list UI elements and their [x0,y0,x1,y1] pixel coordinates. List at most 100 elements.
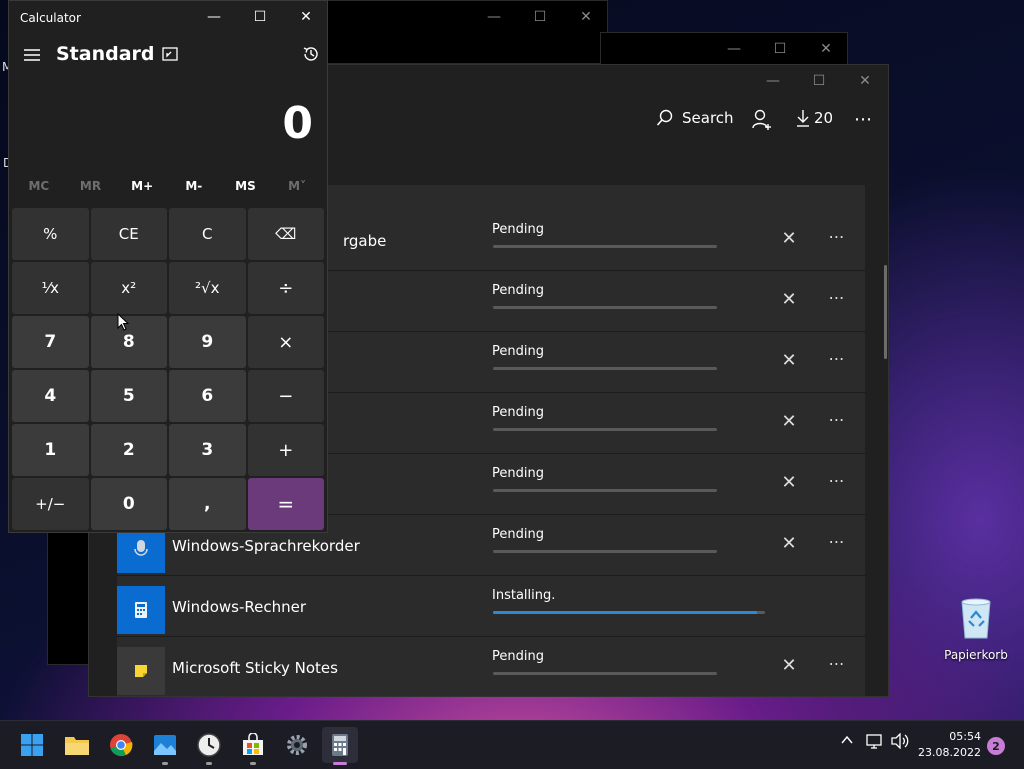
calc-key[interactable]: ¹⁄x [12,262,89,314]
calc-key[interactable]: x² [90,262,167,314]
notification-badge[interactable]: 2 [987,737,1005,755]
running-indicator [206,762,212,765]
calc-key[interactable]: +/− [12,478,89,530]
volume-icon [891,732,909,750]
calc-key[interactable]: = [247,478,324,530]
calc-key[interactable]: 0 [90,478,167,530]
app-name: Microsoft Sticky Notes [172,659,338,677]
calc-key[interactable]: − [247,370,324,422]
row-more-button[interactable]: ⋯ [825,346,849,370]
start-button[interactable] [14,727,50,763]
row-more-button[interactable]: ⋯ [825,468,849,492]
taskbar-chrome[interactable] [103,727,139,763]
memory-button[interactable]: M+ [118,179,166,193]
keep-on-top-button[interactable] [159,43,181,65]
calc-key[interactable]: ²√x [169,262,246,314]
row-more-button[interactable]: ⋯ [825,407,849,431]
history-icon [303,47,318,61]
calc-key[interactable]: 3 [169,424,246,476]
downloads-count: 20 [814,109,834,127]
calc-key[interactable]: × [247,316,324,368]
cancel-download-button[interactable]: ✕ [777,226,801,250]
calc-key[interactable]: CE [90,208,167,260]
taskbar-file-explorer[interactable] [59,727,95,763]
taskbar-settings[interactable] [279,727,315,763]
cancel-download-button[interactable]: ✕ [777,653,801,677]
calculator-window: Calculator — ☐ ✕ Standard 0 MC MR M+ M- MS M˅… [8,0,328,533]
window-title: Calculator [20,11,81,25]
memory-button[interactable]: MS [221,179,269,193]
recycle-bin-desktop-icon[interactable]: Papierkorb [942,596,1010,662]
maximize-button[interactable]: ☐ [757,33,803,65]
cancel-download-button[interactable]: ✕ [777,470,801,494]
chevron-up-icon [841,735,853,744]
cancel-download-button[interactable]: ✕ [777,409,801,433]
memory-button[interactable]: M- [170,179,218,193]
calc-key[interactable]: % [12,208,89,260]
scrollbar-thumb[interactable] [884,265,887,359]
memory-button[interactable]: MC [15,179,63,193]
memory-button[interactable]: MR [66,179,114,193]
minimize-button[interactable]: — [471,1,517,33]
download-status: Pending [492,283,544,298]
close-button[interactable]: ✕ [563,1,609,33]
download-row[interactable]: Microsoft Sticky Notes Pending ✕ ⋯ [117,637,865,696]
background-window-1[interactable]: — ☐ ✕ [322,0,608,64]
keypad: % CE C ⌫ ¹⁄x x² ²√x ÷ 7 8 9 × 4 5 6−1 2 3 + +/− 0, = [12,208,325,530]
calc-key[interactable]: + [247,424,324,476]
calc-key[interactable]: ⌫ [247,208,324,260]
menu-button[interactable] [19,42,45,68]
calc-key[interactable]: ÷ [247,262,324,314]
minimize-button[interactable]: — [191,1,237,33]
taskbar-store[interactable] [235,727,271,765]
taskbar-photos[interactable] [147,727,183,765]
cancel-download-button[interactable]: ✕ [777,287,801,311]
calc-key[interactable]: 2 [90,424,167,476]
progress-bar [493,489,717,492]
history-button[interactable] [299,42,323,66]
maximize-button[interactable]: ☐ [517,1,563,33]
maximize-button[interactable]: ☐ [237,1,283,33]
close-button[interactable]: ✕ [803,33,849,65]
calc-key[interactable]: 5 [90,370,167,422]
network-icon [866,734,882,749]
calculator-icon [135,602,147,618]
cancel-download-button[interactable]: ✕ [777,531,801,555]
maximize-button[interactable]: ☐ [796,65,842,97]
row-more-button[interactable]: ⋯ [825,651,849,675]
calc-key[interactable]: 4 [12,370,89,422]
memory-button[interactable]: M˅ [273,179,321,193]
calc-key[interactable]: 7 [12,316,89,368]
minimize-button[interactable]: — [711,33,757,65]
calc-key[interactable]: 1 [12,424,89,476]
download-row[interactable]: Windows-Rechner Installing. [117,576,865,637]
photos-icon [154,735,176,755]
minimize-button[interactable]: — [750,65,796,97]
downloads-button[interactable]: 20 [796,109,833,127]
background-window-2[interactable]: — ☐ ✕ [600,32,848,66]
more-options-button[interactable]: ⋯ [854,109,873,130]
close-button[interactable]: ✕ [283,1,329,33]
row-more-button[interactable]: ⋯ [825,224,849,248]
calc-key[interactable]: C [169,208,246,260]
row-more-button[interactable]: ⋯ [825,285,849,309]
recycle-bin-icon [961,598,991,639]
taskbar-clock-app[interactable] [191,727,227,765]
volume-button[interactable] [891,732,909,753]
search-label: Search [682,109,734,127]
show-hidden-icons-button[interactable] [840,733,854,751]
progress-bar [493,611,765,614]
account-button[interactable] [751,109,773,131]
clock[interactable]: 05:54 23.08.2022 [915,729,981,761]
calc-key[interactable]: 9 [169,316,246,368]
more-icon: ⋯ [854,109,873,130]
taskbar-calculator[interactable] [322,727,358,765]
calc-key[interactable]: , [169,478,246,530]
close-button[interactable]: ✕ [842,65,888,97]
cancel-download-button[interactable]: ✕ [777,348,801,372]
row-more-button[interactable]: ⋯ [825,529,849,553]
search-button[interactable]: Search [656,109,734,127]
download-status: Pending [492,466,544,481]
network-button[interactable] [866,733,884,753]
calc-key[interactable]: 6 [169,370,246,422]
